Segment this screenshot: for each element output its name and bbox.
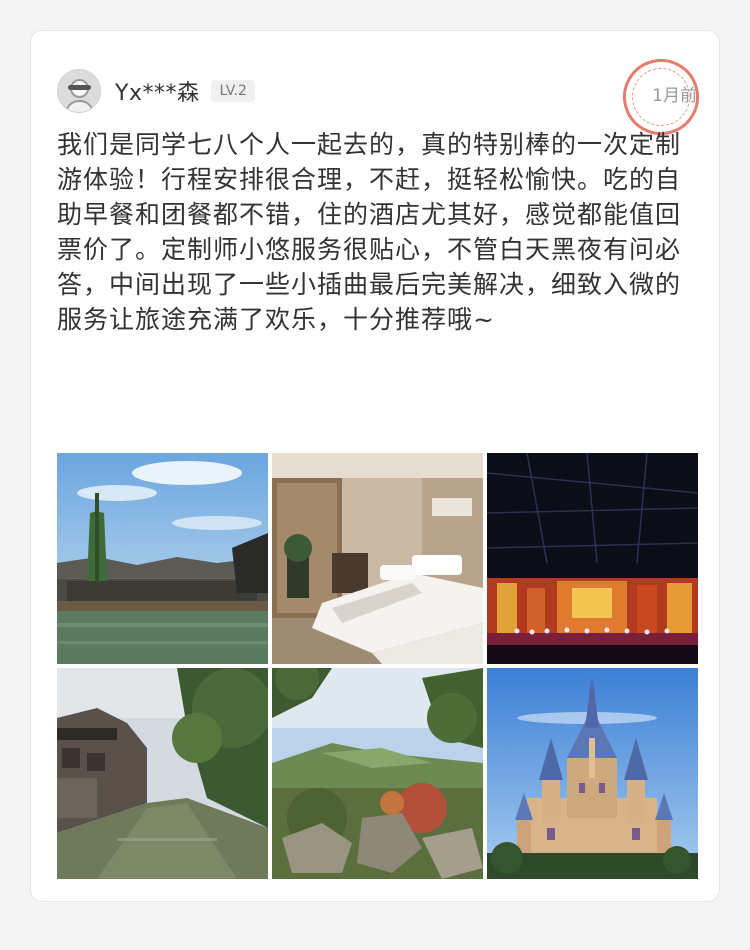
avatar[interactable] (57, 69, 101, 113)
photo-canal-village[interactable] (57, 668, 268, 879)
username[interactable]: Yx***森 (115, 75, 199, 107)
photo-water-town-pagoda[interactable] (57, 453, 268, 664)
photo-garden-rocks[interactable] (272, 668, 483, 879)
level-badge: LV.2 (211, 80, 255, 102)
review-time: 1月前 (652, 86, 697, 106)
review-content: 我们是同学七八个人一起去的，真的特别棒的一次定制游体验！行程安排很合理，不赶，挺… (57, 130, 682, 334)
photo-castle[interactable] (487, 668, 698, 879)
review-header: Yx***森 LV.2 (57, 69, 255, 113)
avatar-body-shape (65, 100, 94, 112)
photo-grid (57, 453, 699, 879)
photo-stage-show[interactable] (487, 453, 698, 664)
review-card: Yx***森 LV.2 1月前 我们是同学七八个人一起去的，真的特别棒的一次定制… (30, 30, 720, 902)
avatar-glasses-shape (68, 85, 91, 90)
photo-hotel-room[interactable] (272, 453, 483, 664)
